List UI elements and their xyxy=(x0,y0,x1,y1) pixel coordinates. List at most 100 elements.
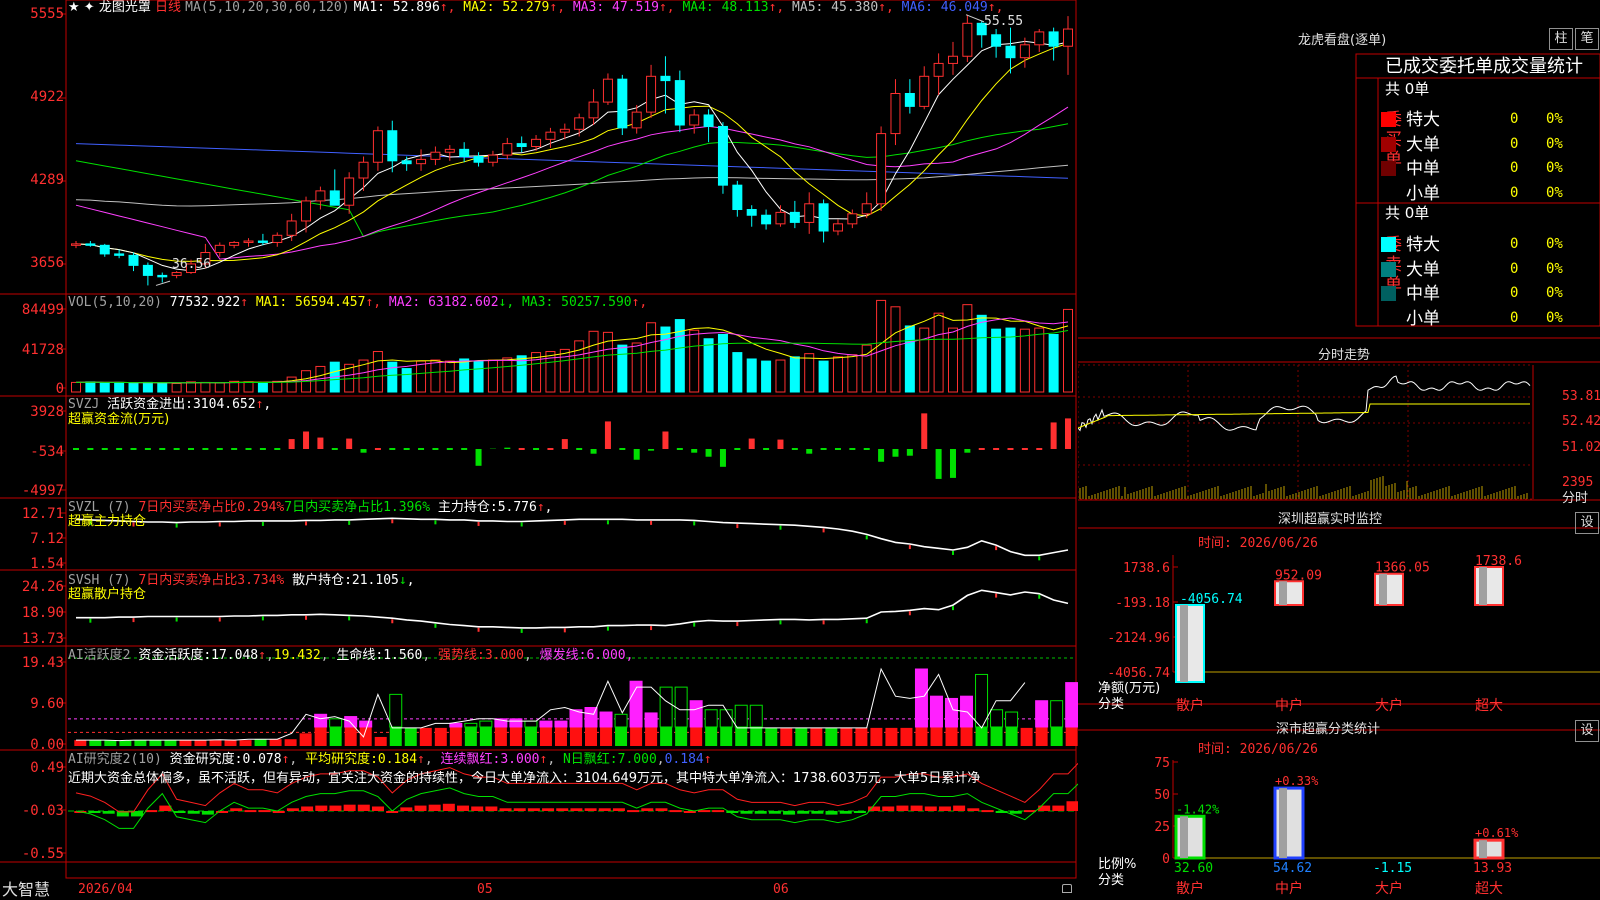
ai1-bar xyxy=(645,726,658,746)
order-pct: 0% xyxy=(1546,184,1563,201)
lock-icon[interactable] xyxy=(1062,884,1072,893)
app-logo[interactable]: 大智慧 xyxy=(2,880,50,900)
svsh-tick xyxy=(1038,594,1041,599)
ma4-line xyxy=(75,123,1069,238)
ai2-bar xyxy=(627,810,640,813)
ai1-bar-top xyxy=(719,709,733,728)
candle-body xyxy=(214,244,225,253)
y-label: 41728 xyxy=(21,342,64,358)
ai1-bar xyxy=(855,727,868,746)
candle-body xyxy=(344,177,355,206)
volume-bar xyxy=(847,354,858,393)
svzj-bar xyxy=(949,448,956,478)
ai1-bar xyxy=(765,727,778,746)
ai1-bar xyxy=(239,740,252,746)
tick-mode-button[interactable]: 笔 xyxy=(1575,28,1599,50)
order-pct: 0% xyxy=(1546,160,1563,176)
svzj-bar xyxy=(878,448,885,462)
volume-bar xyxy=(789,356,800,393)
ai2-bar xyxy=(357,804,370,811)
candle-body xyxy=(301,200,312,222)
candle-body xyxy=(876,133,887,205)
candle-body xyxy=(387,130,398,162)
sz2-settings-button[interactable]: 设 xyxy=(1575,720,1599,742)
candle-body xyxy=(114,253,125,256)
ai2-bar xyxy=(924,806,937,811)
ai2-bar xyxy=(768,811,781,814)
vol-ma-label: MA3: xyxy=(514,295,554,310)
volume-bar xyxy=(1048,333,1059,393)
sz2-y-label: 25 xyxy=(1154,820,1170,835)
ai1-bar xyxy=(404,727,417,746)
high-price-label: 55.55 xyxy=(984,14,1024,29)
sz1-title: 深圳超赢实时监控 xyxy=(1278,512,1383,527)
volume-bar xyxy=(775,359,786,393)
sz1-settings-button[interactable]: 设 xyxy=(1575,512,1599,534)
y-label: 4289 xyxy=(30,172,64,188)
ai1-bar-top xyxy=(644,712,658,728)
candle-body xyxy=(818,203,829,232)
ai1-bar xyxy=(705,726,718,746)
low-price-label: 36.56 xyxy=(172,257,212,272)
svzj-bar xyxy=(130,447,137,450)
y-label: 5555 xyxy=(30,6,64,22)
ai2-bar xyxy=(669,810,682,813)
ai1-bar xyxy=(825,727,838,746)
y-label: 9.60 xyxy=(30,696,64,712)
svsh-tick xyxy=(391,619,394,624)
candle-body xyxy=(617,78,628,129)
ai1-bar xyxy=(89,740,102,746)
ai1-bar xyxy=(389,726,402,746)
ai1-bar xyxy=(149,740,162,746)
svzj-bar xyxy=(346,438,353,449)
ai1-bar xyxy=(870,727,883,746)
ai1-bar xyxy=(750,726,763,746)
svzj-bar xyxy=(561,439,568,449)
ai1-bar xyxy=(930,726,943,746)
ai1-bar xyxy=(104,740,117,746)
svzj-bar xyxy=(748,438,755,449)
ai2-bar xyxy=(740,811,753,814)
candle-body xyxy=(947,55,958,64)
ai1-bar-top xyxy=(929,695,943,728)
sz2-bar-shade xyxy=(1279,788,1287,858)
sz2-y-label: 0 xyxy=(1162,852,1170,867)
ai1-bar xyxy=(810,727,823,746)
ai1-bar xyxy=(374,736,387,746)
bar-mode-button[interactable]: 柱 xyxy=(1549,28,1573,50)
period-label[interactable]: 日线 xyxy=(155,0,181,15)
volume-bar xyxy=(991,328,1002,393)
ai1-bar xyxy=(299,733,312,746)
ai1-bar xyxy=(840,727,853,746)
candle-body xyxy=(660,75,671,82)
order-size-label: 中单 xyxy=(1406,284,1440,304)
sz1-value-label: 1366.05 xyxy=(1375,561,1430,576)
volume-bar xyxy=(1005,327,1016,393)
volume-bar xyxy=(502,357,513,393)
sz2-value-label: 54.62 xyxy=(1273,861,1312,876)
order-count: 0 xyxy=(1510,236,1519,252)
ai2-bar xyxy=(457,805,470,811)
ai1-bar-top xyxy=(389,693,403,728)
order-pct: 0% xyxy=(1546,111,1563,127)
ai2-bar xyxy=(754,811,767,814)
ai1-bar xyxy=(509,726,522,746)
ai2-bar xyxy=(811,811,824,814)
ma-legend-value: 52.896 xyxy=(384,0,440,15)
candle-body xyxy=(775,211,786,225)
svzj-bar xyxy=(202,447,209,450)
ai2-bar xyxy=(258,810,271,813)
volume-bar xyxy=(746,358,757,393)
order-pct: 0% xyxy=(1546,260,1563,277)
volume-bar xyxy=(588,330,599,393)
svzl-tick xyxy=(606,520,609,525)
vol-ma-arrow: ↓, xyxy=(498,295,515,310)
fs-y-label: 52.42 xyxy=(1562,414,1600,429)
svsh-tick xyxy=(563,628,566,633)
diamond-icon[interactable]: ✦ xyxy=(84,0,95,15)
star-icon[interactable]: ★ xyxy=(68,0,80,15)
svsh-line xyxy=(76,589,1069,629)
ai2-bar xyxy=(1038,805,1051,811)
ai2-bar xyxy=(1066,801,1078,811)
candle-body xyxy=(746,209,757,216)
